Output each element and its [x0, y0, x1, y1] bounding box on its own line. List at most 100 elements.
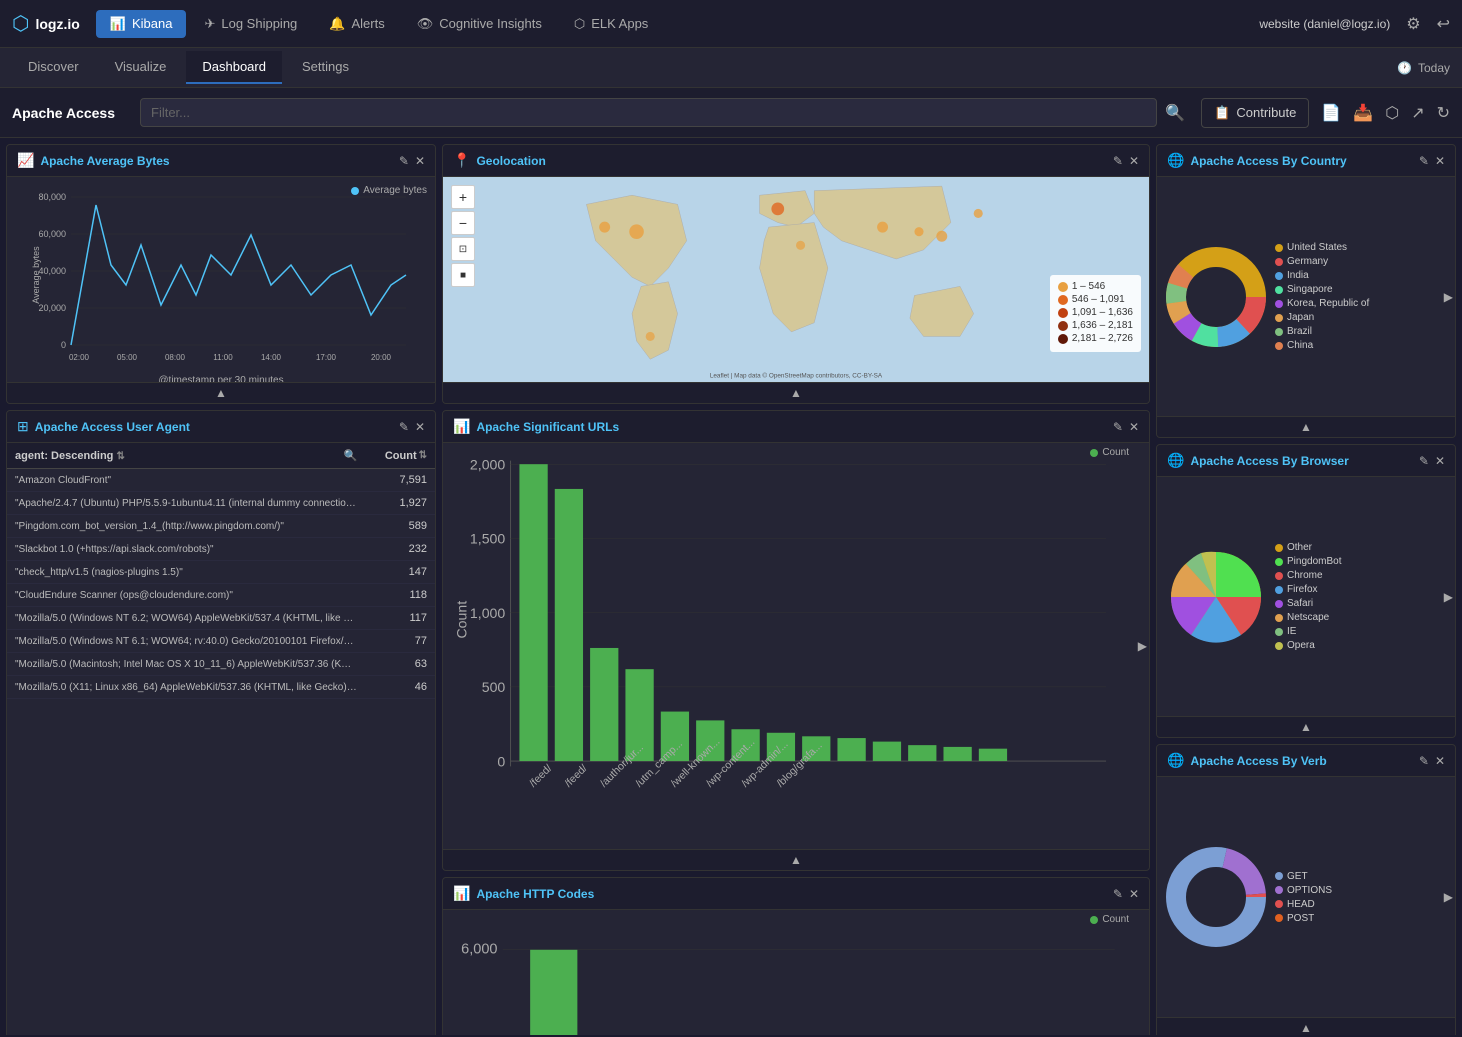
zoom-in-button[interactable]: +	[451, 185, 475, 209]
filter-title: Apache Access	[12, 105, 132, 121]
verb-legend: GET OPTIONS HEAD POST	[1275, 871, 1451, 924]
subnav-discover[interactable]: Discover	[12, 51, 95, 84]
scroll-up-icon[interactable]: ▲	[1300, 1021, 1312, 1035]
edit-icon[interactable]: ✎	[1419, 754, 1429, 768]
map-square-button[interactable]: ■	[451, 263, 475, 287]
agent-cell: "Pingdom.com_bot_version_1.4_(http://www…	[7, 515, 366, 538]
scroll-up-icon[interactable]: ▲	[1300, 720, 1312, 734]
table-icon: ⊞	[17, 418, 29, 435]
chart-line-icon: 📈	[17, 152, 34, 169]
close-icon[interactable]: ✕	[1435, 154, 1445, 168]
nav-kibana[interactable]: 📊 Kibana	[96, 10, 187, 38]
agent-col-header[interactable]: agent: Descending ⇅ 🔍	[7, 443, 366, 469]
logo[interactable]: ⬡ logz.io	[12, 11, 80, 36]
legend-range-5: 2,181 – 2,726	[1072, 333, 1133, 344]
legend-de: Germany	[1275, 256, 1451, 267]
scroll-up-icon[interactable]: ▲	[790, 853, 802, 867]
expand-right-icon[interactable]: ▶	[1138, 639, 1147, 653]
edit-icon[interactable]: ✎	[1113, 154, 1123, 168]
by-verb-header: 🌐 Apache Access By Verb ✎ ✕	[1157, 745, 1455, 777]
search-icon[interactable]: 🔍	[1165, 103, 1185, 123]
download-icon[interactable]: 📥	[1353, 103, 1373, 123]
geolocation-panel: 📍 Geolocation ✎ ✕	[442, 144, 1150, 404]
nav-logshipping[interactable]: ✈ Log Shipping	[190, 10, 311, 38]
account-label[interactable]: website (daniel@logz.io)	[1259, 17, 1390, 31]
table-row: "CloudEndure Scanner (ops@cloudendure.co…	[7, 584, 435, 607]
count-col-header[interactable]: Count ⇅	[366, 443, 436, 469]
close-icon[interactable]: ✕	[415, 154, 425, 168]
close-icon[interactable]: ✕	[1129, 887, 1139, 901]
sig-urls-footer: ▲	[443, 849, 1149, 870]
by-verb-body: ▶ GET OPTIONS HEAD POST	[1157, 777, 1455, 1016]
settings-icon[interactable]: ⚙	[1406, 14, 1420, 34]
edit-icon[interactable]: ✎	[1113, 887, 1123, 901]
legend-safari: Safari	[1275, 598, 1451, 609]
scroll-up-icon[interactable]: ▲	[1300, 420, 1312, 434]
edit-icon[interactable]: ✎	[399, 154, 409, 168]
svg-text:0: 0	[497, 753, 505, 769]
search-col-icon[interactable]: 🔍	[344, 449, 358, 462]
contribute-button[interactable]: 📋 Contribute	[1201, 98, 1309, 128]
agent-cell: "Mozilla/5.0 (Windows NT 6.2; WOW64) App…	[7, 607, 366, 630]
contribute-icon: 📋	[1214, 105, 1230, 121]
scroll-up-icon[interactable]: ▲	[790, 386, 802, 400]
logout-icon[interactable]: ↩	[1437, 14, 1450, 34]
avg-bytes-header: 📈 Apache Average Bytes ✎ ✕	[7, 145, 435, 177]
by-verb-panel: 🌐 Apache Access By Verb ✎ ✕ ▶	[1156, 744, 1456, 1035]
zoom-out-button[interactable]: −	[451, 211, 475, 235]
svg-text:1,000: 1,000	[470, 605, 505, 621]
close-icon[interactable]: ✕	[1435, 754, 1445, 768]
expand-right-icon[interactable]: ▶	[1444, 290, 1453, 304]
filter-input[interactable]	[140, 98, 1157, 127]
count-cell: 589	[366, 515, 436, 538]
edit-icon[interactable]: ✎	[1419, 154, 1429, 168]
external-link-icon[interactable]: ↗	[1411, 103, 1424, 123]
by-verb-footer: ▲	[1157, 1017, 1455, 1035]
agent-cell: "Mozilla/5.0 (X11; Linux x86_64) AppleWe…	[7, 676, 366, 699]
scroll-up-icon[interactable]: ▲	[215, 386, 227, 400]
nav-alerts[interactable]: 🔔 Alerts	[315, 10, 398, 38]
today-badge[interactable]: 🕐 Today	[1397, 61, 1450, 75]
close-icon[interactable]: ✕	[1129, 154, 1139, 168]
subnav-dashboard[interactable]: Dashboard	[186, 51, 282, 84]
nav-cognitive[interactable]: 👁 Cognitive Insights	[403, 10, 556, 38]
nav-elk-label: ELK Apps	[591, 16, 648, 31]
geolocation-body: Leaflet | Map data © OpenStreetMap contr…	[443, 177, 1149, 382]
legend-range-4: 1,636 – 2,181	[1072, 320, 1133, 331]
by-verb-title: Apache Access By Verb	[1190, 754, 1412, 768]
avg-bytes-body: Average bytes 80,000 60,000 40,000 20,00…	[7, 177, 435, 382]
svg-text:Count: Count	[453, 601, 469, 639]
svg-text:2,000: 2,000	[470, 457, 505, 473]
sig-urls-legend: Count	[1090, 447, 1129, 458]
sub-nav: Discover Visualize Dashboard Settings 🕐 …	[0, 48, 1462, 88]
map-bounds-button[interactable]: ⊡	[451, 237, 475, 261]
legend-options: OPTIONS	[1275, 885, 1451, 896]
subnav-settings[interactable]: Settings	[286, 51, 365, 84]
legend-us: United States	[1275, 242, 1451, 253]
subnav-visualize[interactable]: Visualize	[99, 51, 183, 84]
sig-urls-legend-label: Count	[1102, 447, 1129, 458]
refresh-icon[interactable]: ↻	[1437, 103, 1450, 123]
nav-logshipping-label: Log Shipping	[221, 16, 297, 31]
expand-right-icon[interactable]: ▶	[1444, 890, 1453, 904]
country-donut-svg	[1161, 242, 1271, 352]
user-agent-header: ⊞ Apache Access User Agent ✎ ✕	[7, 411, 435, 443]
nav-elk[interactable]: ⬡ ELK Apps	[560, 10, 662, 38]
country-legend: United States Germany India Singapore Ko…	[1275, 242, 1451, 351]
user-agent-table-container[interactable]: agent: Descending ⇅ 🔍 Count ⇅ "Amazon	[7, 443, 435, 1035]
edit-icon[interactable]: ✎	[1419, 454, 1429, 468]
svg-text:14:00: 14:00	[261, 353, 282, 362]
edit-icon[interactable]: ✎	[399, 420, 409, 434]
map-container: Leaflet | Map data © OpenStreetMap contr…	[443, 177, 1149, 382]
sig-urls-svg: 2,000 1,500 1,000 500 0	[443, 443, 1133, 849]
legend-post: POST	[1275, 913, 1451, 924]
edit-icon[interactable]: ✎	[1113, 420, 1123, 434]
embed-icon[interactable]: ⬡	[1385, 103, 1399, 123]
close-icon[interactable]: ✕	[415, 420, 425, 434]
close-icon[interactable]: ✕	[1435, 454, 1445, 468]
close-icon[interactable]: ✕	[1129, 420, 1139, 434]
share-icon[interactable]: 📄	[1321, 103, 1341, 123]
by-country-title: Apache Access By Country	[1190, 154, 1412, 168]
expand-right-icon[interactable]: ▶	[1444, 590, 1453, 604]
svg-text:1,500: 1,500	[470, 531, 505, 547]
